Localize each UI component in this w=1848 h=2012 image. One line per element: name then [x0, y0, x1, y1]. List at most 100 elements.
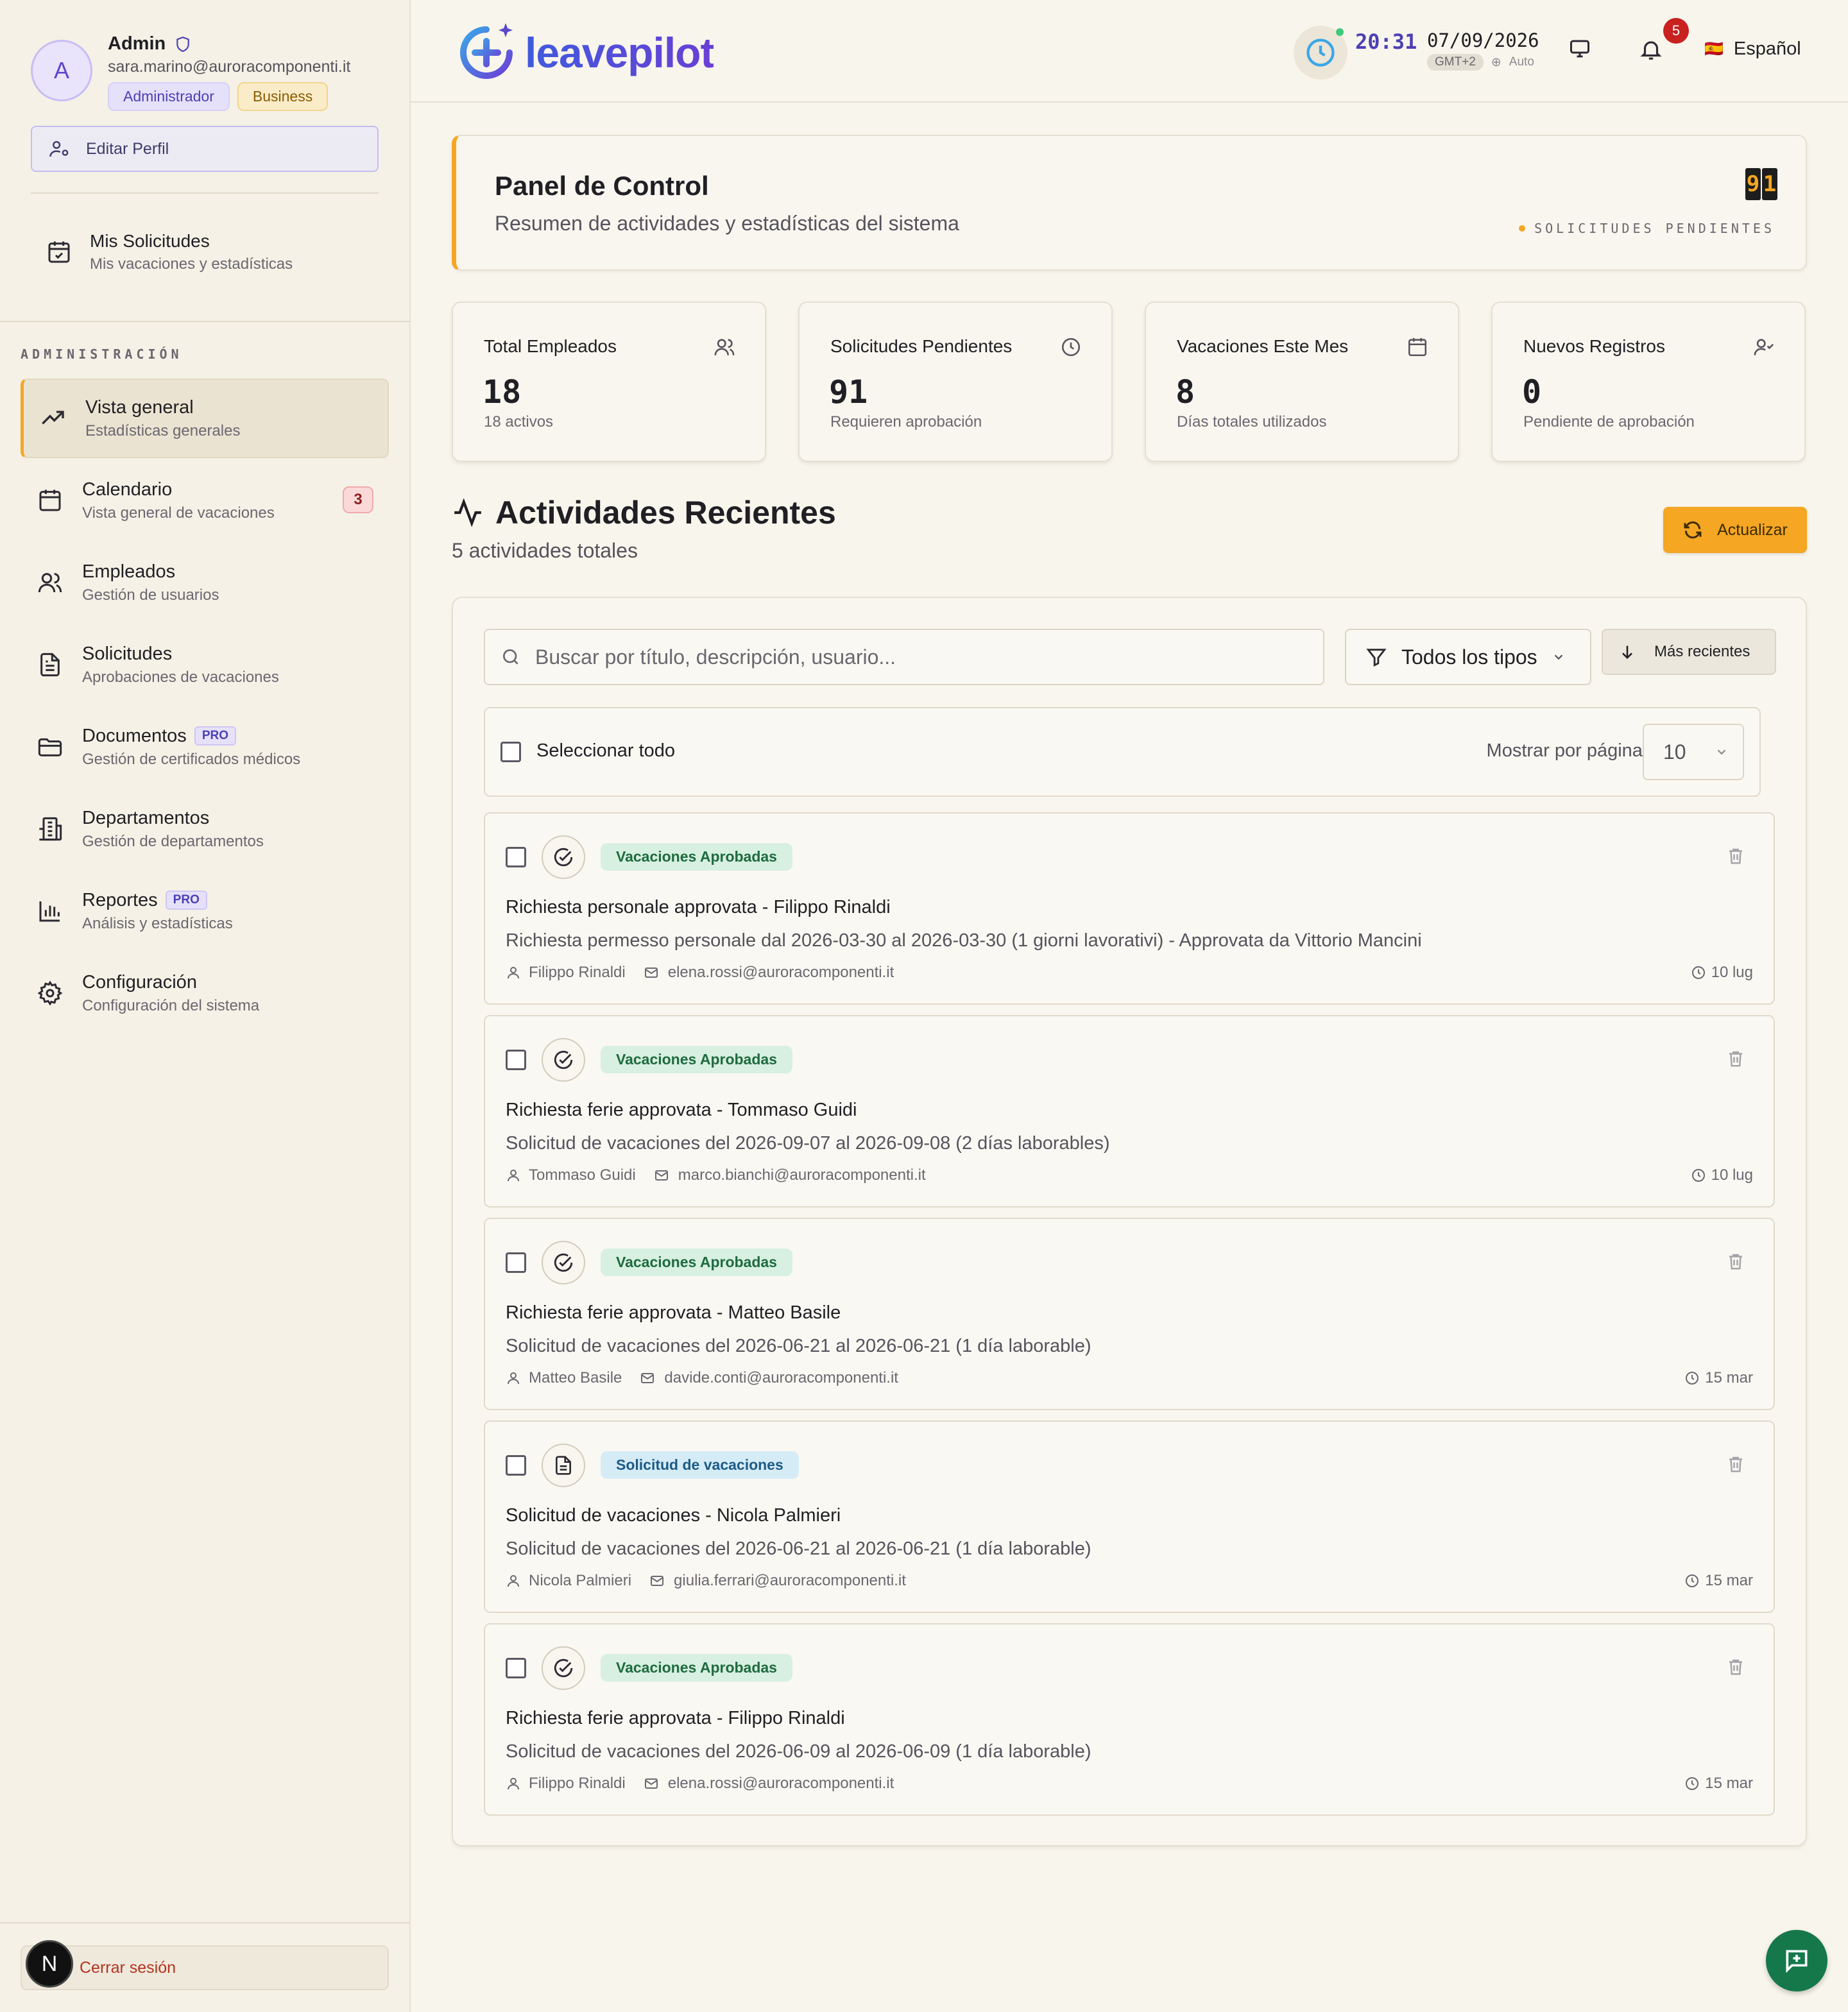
calendar-icon: [36, 488, 64, 513]
item-checkbox[interactable]: [506, 1050, 526, 1070]
logout-button[interactable]: Cerrar sesión: [21, 1945, 389, 1990]
trash-icon[interactable]: [1726, 1048, 1745, 1069]
control-panel-banner: Panel de Control Resumen de actividades …: [452, 135, 1807, 271]
item-description: Solicitud de vacaciones del 2026-09-07 a…: [506, 1133, 1110, 1154]
stat-card-employees[interactable]: Total Empleados 18 18 activos: [452, 302, 766, 462]
activity-item[interactable]: Vacaciones Aprobadas Richiesta personale…: [484, 812, 1775, 1005]
type-filter-select[interactable]: Todos los tipos: [1345, 629, 1591, 685]
timezone-badge: GMT+2: [1427, 54, 1484, 71]
item-date: 15 mar: [1705, 1572, 1753, 1589]
search-input[interactable]: [535, 645, 1305, 669]
clock-widget[interactable]: [1294, 26, 1348, 80]
item-email: giulia.ferrari@auroracomponenti.it: [674, 1572, 906, 1589]
pro-badge: PRO: [165, 891, 207, 910]
item-checkbox[interactable]: [506, 1455, 526, 1476]
item-email: elena.rossi@auroracomponenti.it: [667, 1775, 894, 1792]
bar-chart-icon: [36, 898, 64, 924]
current-date: 07/09/2026: [1427, 30, 1539, 51]
current-time: 20:31: [1355, 30, 1417, 54]
item-email: elena.rossi@auroracomponenti.it: [667, 964, 894, 981]
my-requests-link[interactable]: Mis Solicitudes Mis vacaciones y estadís…: [46, 231, 293, 273]
sort-button[interactable]: Más recientes: [1602, 629, 1776, 675]
sidebar-item-departments[interactable]: Departamentos Gestión de departamentos: [21, 789, 389, 869]
avatar[interactable]: A: [31, 40, 92, 101]
section-subtitle: 5 actividades totales: [452, 539, 638, 562]
monitor-icon[interactable]: [1568, 37, 1591, 60]
stat-label: Vacaciones Este Mes: [1177, 336, 1349, 356]
mail-icon: [644, 965, 659, 980]
status-badge: Vacaciones Aprobadas: [601, 1654, 792, 1682]
clock-icon: [1691, 965, 1706, 980]
stat-label: Total Empleados: [484, 336, 617, 356]
item-checkbox[interactable]: [506, 1658, 526, 1678]
sidebar-item-label: Empleados: [82, 561, 176, 582]
trash-icon[interactable]: [1726, 1454, 1745, 1474]
sidebar-item-settings[interactable]: Configuración Configuración del sistema: [21, 953, 389, 1033]
shield-icon: [175, 35, 191, 53]
item-checkbox[interactable]: [506, 1252, 526, 1273]
search-box[interactable]: [484, 629, 1324, 685]
item-email: marco.bianchi@auroracomponenti.it: [678, 1166, 926, 1184]
sidebar-item-requests[interactable]: Solicitudes Aprobaciones de vacaciones: [21, 625, 389, 704]
stat-card-vacations-month[interactable]: Vacaciones Este Mes 8 Días totales utili…: [1145, 302, 1459, 462]
bell-icon[interactable]: [1639, 37, 1663, 62]
section-title: Actividades Recientes: [495, 495, 836, 531]
stat-card-new-registrations[interactable]: Nuevos Registros 0 Pendiente de aprobaci…: [1491, 302, 1806, 462]
mail-icon: [644, 1776, 659, 1791]
trend-up-icon: [39, 405, 67, 431]
trash-icon[interactable]: [1726, 1251, 1745, 1272]
pending-counter-label: SOLICITUDES PENDIENTES: [1534, 221, 1775, 236]
next-logo-icon[interactable]: N: [26, 1940, 73, 1988]
item-date: 15 mar: [1705, 1775, 1753, 1792]
sidebar-item-reports[interactable]: Reportes PRO Análisis y estadísticas: [21, 871, 389, 951]
language-selector[interactable]: 🇪🇸 Español: [1704, 38, 1801, 60]
sidebar-item-label: Configuración: [82, 971, 197, 993]
activity-item[interactable]: Vacaciones Aprobadas Richiesta ferie app…: [484, 1218, 1775, 1410]
activity-item[interactable]: Vacaciones Aprobadas Richiesta ferie app…: [484, 1623, 1775, 1816]
user-icon: [506, 1168, 521, 1183]
item-title: Solicitud de vacaciones - Nicola Palmier…: [506, 1505, 841, 1526]
stat-card-pending[interactable]: Solicitudes Pendientes 91 Requieren apro…: [798, 302, 1113, 462]
sidebar-item-employees[interactable]: Empleados Gestión de usuarios: [21, 543, 389, 622]
sidebar-item-sub: Configuración del sistema: [82, 996, 260, 1014]
document-icon: [36, 652, 64, 678]
mail-icon: [640, 1370, 655, 1386]
refresh-button[interactable]: Actualizar: [1663, 507, 1807, 553]
activity-item[interactable]: Vacaciones Aprobadas Richiesta ferie app…: [484, 1015, 1775, 1207]
sidebar-item-label: Vista general: [85, 396, 194, 418]
user-icon: [506, 1776, 521, 1791]
sidebar-item-sub: Gestión de departamentos: [82, 832, 264, 850]
item-title: Richiesta personale approvata - Filippo …: [506, 897, 891, 917]
item-title: Richiesta ferie approvata - Filippo Rina…: [506, 1708, 845, 1728]
select-all-checkbox[interactable]: [501, 742, 521, 762]
item-date: 15 mar: [1705, 1369, 1753, 1386]
refresh-label: Actualizar: [1717, 520, 1788, 539]
pending-counter: 9 1: [1745, 168, 1777, 200]
stat-value: 8: [1176, 373, 1195, 411]
notification-count-badge: 5: [1663, 18, 1689, 44]
activity-item[interactable]: Solicitud de vacaciones Solicitud de vac…: [484, 1420, 1775, 1613]
page-subtitle: Resumen de actividades y estadísticas de…: [495, 212, 959, 235]
role-badge: Administrador: [108, 82, 230, 111]
globe-icon: ⊕: [1491, 55, 1502, 69]
top-header: leavepilot 20:31 07/09/2026 GMT+2 ⊕ Auto…: [411, 0, 1848, 103]
calendar-icon: [1407, 336, 1428, 358]
trash-icon[interactable]: [1726, 846, 1745, 866]
per-page-select[interactable]: 10: [1643, 724, 1744, 780]
admin-section-label: ADMINISTRACIÓN: [21, 346, 183, 362]
feedback-button[interactable]: [1766, 1930, 1827, 1991]
app-logo[interactable]: leavepilot: [453, 19, 714, 86]
edit-profile-button[interactable]: Editar Perfil: [31, 126, 379, 172]
activity-pulse-icon: [452, 497, 484, 529]
item-email: davide.conti@auroracomponenti.it: [664, 1369, 898, 1386]
profile-email: sara.marino@auroracomponenti.it: [108, 58, 351, 76]
divider: [31, 192, 379, 194]
sidebar-item-sub: Gestión de certificados médicos: [82, 750, 301, 768]
chevron-down-icon: [1552, 650, 1566, 664]
sidebar-item-calendar[interactable]: Calendario Vista general de vacaciones 3: [21, 461, 389, 540]
item-checkbox[interactable]: [506, 847, 526, 867]
status-badge: Vacaciones Aprobadas: [601, 843, 792, 871]
sidebar-item-documents[interactable]: Documentos PRO Gestión de certificados méd…: [21, 707, 389, 787]
sidebar-item-overview[interactable]: Vista general Estadísticas generales: [21, 379, 389, 458]
trash-icon[interactable]: [1726, 1657, 1745, 1677]
